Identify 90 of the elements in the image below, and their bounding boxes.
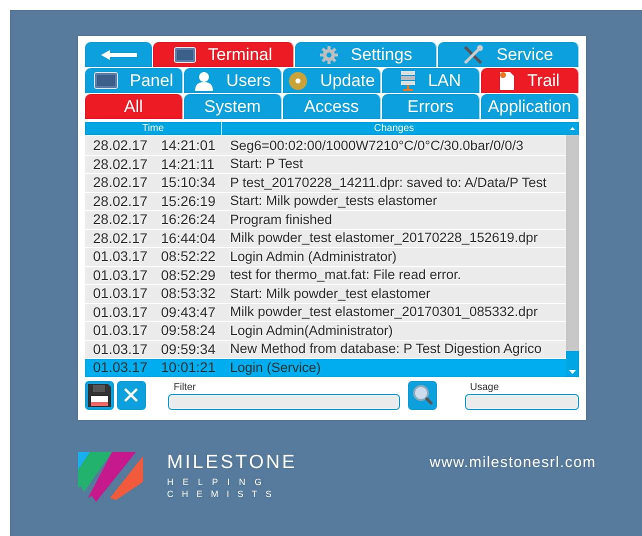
tab[interactable]: Settings: [295, 42, 437, 67]
time-cell-text: 16:44:04: [160, 228, 216, 248]
date-cell-text: 01.03.17: [92, 284, 148, 304]
change-cell-text: Program finished: [229, 210, 332, 229]
logo-icon: [78, 452, 143, 502]
tab[interactable]: Trail: [481, 68, 579, 93]
tools-icon: [462, 44, 484, 66]
tab[interactable]: LAN: [382, 68, 480, 93]
date-cell-text: 28.02.17: [92, 154, 148, 174]
search-icon: [412, 384, 434, 406]
column-header: Changes: [372, 122, 416, 135]
time-cell-text: 16:26:24: [160, 210, 216, 230]
disc-icon: [288, 70, 308, 90]
date-cell-text: 28.02.17: [92, 136, 148, 156]
table-row[interactable]: 28.02.17 14:21:01 Seg6=00:02:00/1000W7210°C/0°C/30.0bar/0/0/3: [85, 137, 566, 156]
date-cell-text: 01.03.17: [92, 358, 148, 377]
change-cell-text: test for thermo_mat.fat: File read error.: [229, 266, 462, 284]
time-cell-text: 09:59:34: [160, 340, 216, 359]
table-row[interactable]: 28.02.17 16:26:24 Program finished: [85, 211, 566, 230]
change-cell-text: Seg6=00:02:00/1000W7210°C/0°C/30.0bar/0/0/3: [229, 136, 524, 155]
table-row[interactable]: 28.02.17 15:26:19 Start: Milk powder_tests elastomer: [85, 192, 566, 211]
date-cell-text: 28.02.17: [92, 210, 148, 230]
time-cell-text: 10:01:21: [160, 358, 216, 377]
filter-field[interactable]: [168, 394, 400, 410]
scrollbar[interactable]: [566, 135, 579, 377]
tab[interactable]: Users: [184, 68, 282, 93]
monitor-icon: [174, 46, 196, 62]
save-button[interactable]: [85, 380, 114, 410]
date-cell-text: 01.03.17: [92, 321, 148, 340]
table-row[interactable]: 01.03.17 09:43:47 Milk powder_test elastomer_20170301_085332.dpr: [85, 304, 566, 322]
table-row[interactable]: 28.02.17 14:21:11 Start: P Test: [85, 156, 566, 174]
usage-label: Usage: [468, 380, 500, 394]
date-cell-text: 28.02.17: [92, 192, 148, 211]
table-row[interactable]: 01.03.17 08:52:29 test for thermo_mat.fat: File read error.: [85, 266, 566, 285]
date-cell-text: 01.03.17: [92, 266, 148, 285]
back-button[interactable]: [85, 42, 152, 67]
website-url: www.milestonesrl.com: [430, 453, 596, 473]
change-cell-text: Milk powder_test elastomer_20170301_085332.dpr: [229, 303, 538, 322]
tab[interactable]: Terminal: [153, 42, 294, 67]
change-cell-text: Login Admin(Administrator): [229, 322, 393, 340]
monitor-icon: [94, 72, 118, 89]
change-cell-text: P test_20170228_14211.dpr: saved to: A/Data/P Test: [229, 174, 546, 192]
time-cell-text: 14:21:01: [160, 136, 216, 156]
gear-icon: [318, 44, 339, 64]
scroll-down-icon[interactable]: [568, 369, 577, 375]
back-arrow-icon: [100, 50, 136, 60]
filter-label: Filter: [172, 380, 197, 394]
close-icon: [123, 387, 140, 403]
date-cell-text: 28.02.17: [92, 173, 148, 192]
time-cell-text: 08:52:29: [160, 266, 216, 285]
date-cell-text: 01.03.17: [92, 302, 148, 322]
tab[interactable]: Access: [283, 94, 381, 119]
time-cell-text: 08:52:22: [160, 247, 216, 266]
time-cell-text: 15:26:19: [160, 192, 216, 211]
table-row[interactable]: 01.03.17 08:52:22 Login Admin (Administrator): [85, 248, 566, 266]
usage-field[interactable]: [464, 394, 579, 410]
date-cell-text: 01.03.17: [92, 247, 148, 266]
document-icon: [499, 70, 516, 90]
table-row[interactable]: 28.02.17 15:10:34 P test_20170228_14211.dpr: saved to: A/Data/P Test: [85, 174, 566, 192]
tagline: HELPING: [167, 476, 272, 488]
tab[interactable]: All: [85, 94, 183, 119]
table-row[interactable]: 01.03.17 09:58:24 Login Admin(Administrator): [85, 322, 566, 340]
change-cell-text: Start: P Test: [229, 155, 304, 174]
change-cell-text: Login (Service): [229, 358, 321, 377]
table-row[interactable]: 01.03.17 10:01:21 Login (Service): [85, 359, 566, 377]
brand-name: MILESTONE: [167, 452, 297, 474]
change-cell-text: Milk powder_test elastomer_20170228_152619.dpr: [229, 229, 538, 248]
date-cell-text: 28.02.17: [92, 228, 148, 248]
tab[interactable]: Application: [481, 94, 579, 119]
search-button[interactable]: [408, 380, 437, 410]
time-cell-text: 09:58:24: [160, 321, 216, 340]
user-icon: [194, 70, 214, 90]
tab[interactable]: Update: [283, 68, 381, 93]
tab[interactable]: System: [184, 94, 282, 119]
tab[interactable]: Service: [438, 42, 579, 67]
time-cell-text: 15:10:34: [160, 173, 216, 192]
time-cell-text: 08:53:32: [160, 284, 216, 304]
time-cell-text: 14:21:11: [160, 154, 216, 174]
tab[interactable]: Errors: [382, 94, 480, 119]
table-row[interactable]: 28.02.17 16:44:04 Milk powder_test elastomer_20170228_152619.dpr: [85, 230, 566, 248]
change-cell-text: New Method from database: P Test Digestion Agrico: [229, 340, 542, 358]
change-cell-text: Login Admin (Administrator): [229, 248, 397, 266]
change-cell-text: Start: Milk powder_tests elastomer: [229, 192, 438, 210]
change-cell-text: Start: Milk powder_test elastomer: [229, 284, 430, 303]
table-row[interactable]: 01.03.17 08:53:32 Start: Milk powder_test elastomer: [85, 285, 566, 304]
date-cell-text: 01.03.17: [92, 340, 148, 359]
server-icon: [400, 70, 416, 92]
time-cell-text: 09:43:47: [160, 302, 216, 322]
tab[interactable]: Panel: [85, 68, 183, 93]
tagline: CHEMISTS: [167, 488, 281, 500]
